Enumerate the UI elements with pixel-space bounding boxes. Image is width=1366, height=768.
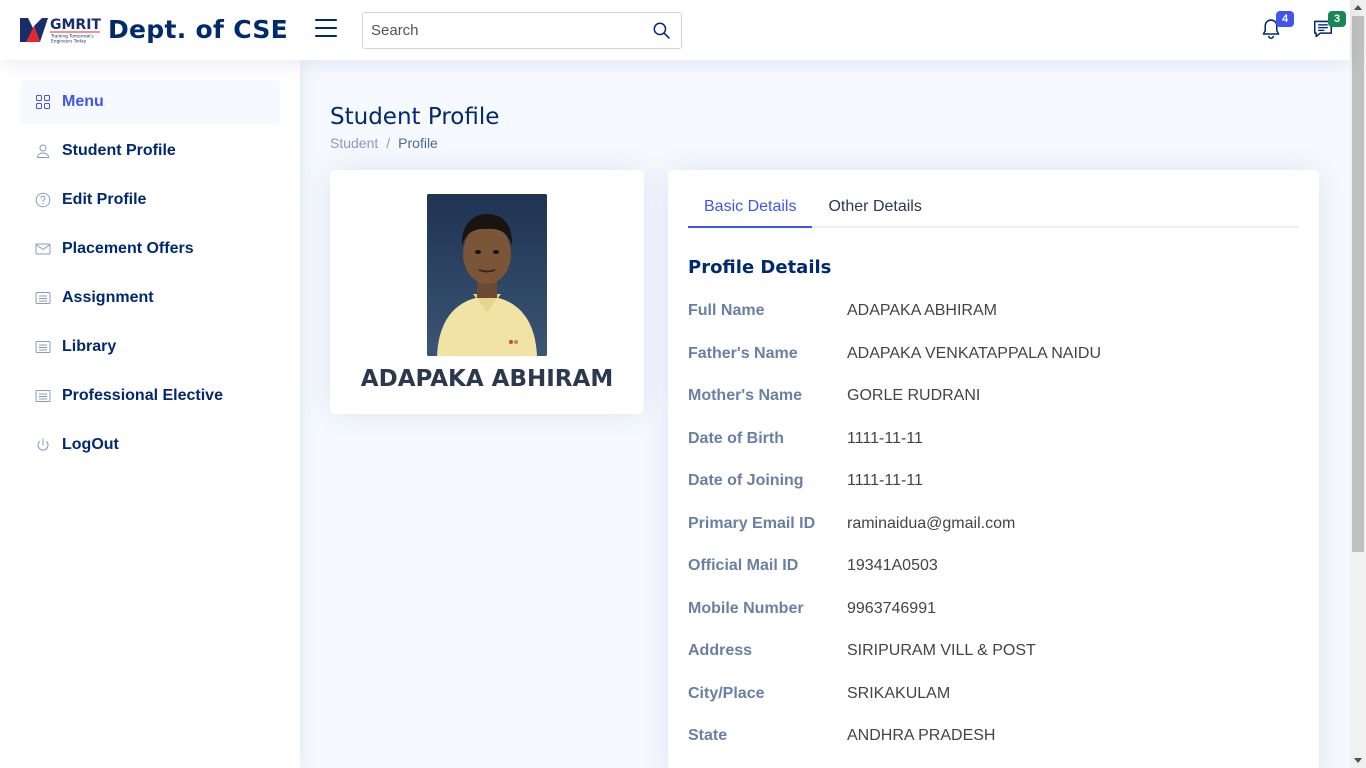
details-card: Basic Details Other Details Profile Deta…	[668, 170, 1319, 768]
detail-label: Date of Birth	[688, 429, 784, 447]
detail-row: Address SIRIPURAM VILL & POST	[688, 642, 1036, 660]
sidebar-item-label: Student Profile	[62, 142, 176, 159]
card-list-icon	[35, 290, 51, 306]
detail-row: Mobile Number 9963746991	[688, 600, 936, 618]
detail-value: 1111-11-11	[847, 472, 923, 489]
detail-label: Primary Email ID	[688, 514, 816, 532]
detail-value: ANDHRA PRADESH	[847, 727, 996, 744]
grid-icon	[35, 94, 51, 110]
question-circle-icon	[35, 192, 51, 208]
tab-basic-details[interactable]: Basic Details	[688, 188, 813, 228]
search-input[interactable]	[363, 13, 641, 48]
person-icon	[35, 143, 51, 159]
sidebar-item-label: Menu	[62, 93, 104, 110]
detail-row: Mother's Name GORLE RUDRANI	[688, 387, 980, 405]
detail-label: State	[688, 727, 728, 744]
sidebar-item-label: Edit Profile	[62, 191, 147, 208]
svg-text:Engineers Today: Engineers Today	[51, 39, 87, 45]
detail-row: Primary Email ID raminaidua@gmail.com	[688, 515, 1015, 533]
detail-row: Full Name ADAPAKA ABHIRAM	[688, 302, 997, 320]
messages-button[interactable]: 3	[1312, 11, 1346, 42]
detail-label: Father's Name	[688, 344, 798, 362]
detail-label: Mobile Number	[688, 599, 804, 617]
power-icon	[35, 437, 51, 453]
card-list-icon	[35, 339, 51, 355]
sidebar-item-library[interactable]: Library	[20, 325, 280, 369]
envelope-icon	[35, 241, 51, 257]
scroll-down-arrow-icon[interactable]	[1354, 758, 1362, 763]
tab-other-details[interactable]: Other Details	[812, 188, 937, 228]
detail-value: raminaidua@gmail.com	[847, 514, 1016, 532]
profile-name: ADAPAKA ABHIRAM	[360, 366, 614, 392]
breadcrumb-current: Profile	[398, 135, 438, 151]
sidebar-toggle-button[interactable]	[315, 19, 337, 39]
profile-card: ADAPAKA ABHIRAM	[330, 170, 644, 414]
detail-label: Full Name	[688, 302, 765, 319]
top-header: GMRIT Training Tomorrow's Engineers Toda…	[0, 0, 1350, 60]
detail-value: 1111-11-11	[847, 429, 923, 447]
notifications-badge: 4	[1276, 11, 1294, 27]
sidebar-item-label: LogOut	[62, 436, 119, 453]
detail-label: Address	[688, 642, 753, 659]
scroll-up-arrow-icon[interactable]	[1354, 5, 1362, 10]
detail-value: SIRIPURAM VILL & POST	[847, 642, 1036, 659]
section-title: Profile Details	[688, 257, 832, 278]
sidebar-item-placement-offers[interactable]: Placement Offers	[20, 227, 280, 271]
app-title: Dept. of CSE	[108, 14, 289, 44]
page-scrollbar[interactable]	[1350, 0, 1366, 768]
detail-label: Date of Joining	[688, 472, 804, 489]
detail-row: Official Mail ID 19341A0503	[688, 557, 938, 575]
messages-badge: 3	[1328, 11, 1346, 27]
gmrit-logo-mark: GMRIT Training Tomorrow's Engineers Toda…	[20, 14, 102, 45]
breadcrumb-link-student[interactable]: Student	[330, 135, 378, 151]
search-bar	[362, 12, 682, 49]
detail-label: Mother's Name	[688, 387, 803, 404]
sidebar-item-student-profile[interactable]: Student Profile	[20, 129, 280, 173]
detail-row: Date of Joining 1111-11-11	[688, 472, 923, 490]
detail-label: Official Mail ID	[688, 557, 799, 574]
detail-value: SRIKAKULAM	[847, 684, 951, 702]
breadcrumb-separator: /	[386, 135, 391, 151]
detail-value: 9963746991	[847, 599, 936, 617]
hamburger-line	[315, 35, 337, 37]
breadcrumb: Student / Profile	[330, 135, 438, 151]
svg-text:GMRIT: GMRIT	[50, 17, 101, 33]
page-title: Student Profile	[330, 104, 500, 130]
detail-row: Date of Birth 1111-11-11	[688, 430, 923, 448]
sidebar-item-logout[interactable]: LogOut	[20, 423, 280, 467]
detail-row: City/Place SRIKAKULAM	[688, 685, 950, 703]
logo[interactable]: GMRIT Training Tomorrow's Engineers Toda…	[20, 14, 289, 45]
detail-value: ADAPAKA VENKATAPPALA NAIDU	[847, 344, 1102, 362]
tab-bar: Basic Details Other Details	[688, 188, 1299, 228]
sidebar-item-label: Library	[62, 338, 117, 355]
card-list-icon	[35, 388, 51, 404]
sidebar-item-menu[interactable]: Menu	[20, 80, 280, 124]
search-button[interactable]	[641, 13, 681, 48]
detail-value: ADAPAKA ABHIRAM	[847, 302, 997, 319]
detail-label: City/Place	[688, 684, 765, 702]
detail-row: State ANDHRA PRADESH	[688, 727, 995, 745]
detail-value: 19341A0503	[847, 557, 938, 574]
sidebar-item-professional-elective[interactable]: Professional Elective	[20, 374, 280, 418]
sidebar-item-assignment[interactable]: Assignment	[20, 276, 280, 320]
sidebar-item-label: Assignment	[62, 289, 154, 306]
profile-photo	[427, 194, 547, 356]
scroll-thumb[interactable]	[1352, 16, 1364, 552]
detail-value: GORLE RUDRANI	[847, 387, 981, 404]
sidebar-item-label: Placement Offers	[62, 240, 194, 257]
hamburger-line	[315, 19, 337, 21]
search-icon	[653, 22, 670, 39]
hamburger-line	[315, 27, 337, 29]
sidebar-item-label: Professional Elective	[62, 387, 223, 404]
detail-row: Father's Name ADAPAKA VENKATAPPALA NAIDU	[688, 345, 1101, 363]
notifications-button[interactable]: 4	[1260, 11, 1294, 42]
sidebar: Menu Student Profile Edit Profile Placem…	[0, 60, 300, 768]
sidebar-item-edit-profile[interactable]: Edit Profile	[20, 178, 280, 222]
